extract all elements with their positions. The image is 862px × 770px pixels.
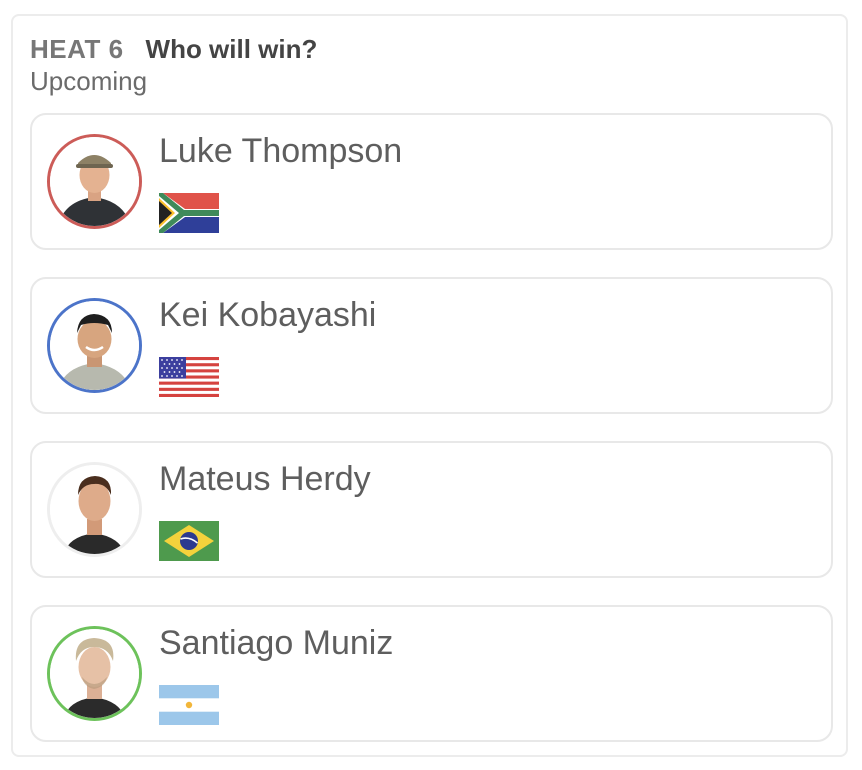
surfer-photo-icon — [50, 465, 139, 554]
brazil-flag-icon — [159, 521, 219, 561]
heat-card: HEAT 6 Who will win? Upcoming Luke Thomps… — [11, 14, 848, 757]
usa-flag-icon — [159, 357, 219, 397]
surfer-option-mateus-herdy[interactable]: Mateus Herdy — [30, 441, 833, 578]
avatar — [47, 462, 142, 557]
surfer-name: Santiago Muniz — [159, 624, 394, 662]
heat-header: HEAT 6 Who will win? — [30, 34, 317, 69]
surfer-option-santiago-muniz[interactable]: Santiago Muniz — [30, 605, 833, 742]
argentina-flag-icon — [159, 685, 219, 725]
heat-status: Upcoming — [30, 66, 148, 96]
surfer-photo-icon — [50, 629, 139, 718]
south-africa-flag-icon — [159, 193, 219, 233]
surfer-name: Mateus Herdy — [159, 460, 371, 498]
surfer-photo-icon — [50, 301, 139, 390]
surfer-option-kei-kobayashi[interactable]: Kei Kobayashi — [30, 277, 833, 414]
avatar — [47, 626, 142, 721]
avatar — [47, 134, 142, 229]
heat-label: HEAT 6 — [30, 34, 124, 64]
surfer-name: Luke Thompson — [159, 132, 403, 170]
surfer-option-luke-thompson[interactable]: Luke Thompson — [30, 113, 833, 250]
heat-question: Who will win? — [145, 34, 318, 64]
surfer-photo-icon — [50, 137, 139, 226]
avatar — [47, 298, 142, 393]
surfer-name: Kei Kobayashi — [159, 296, 377, 334]
